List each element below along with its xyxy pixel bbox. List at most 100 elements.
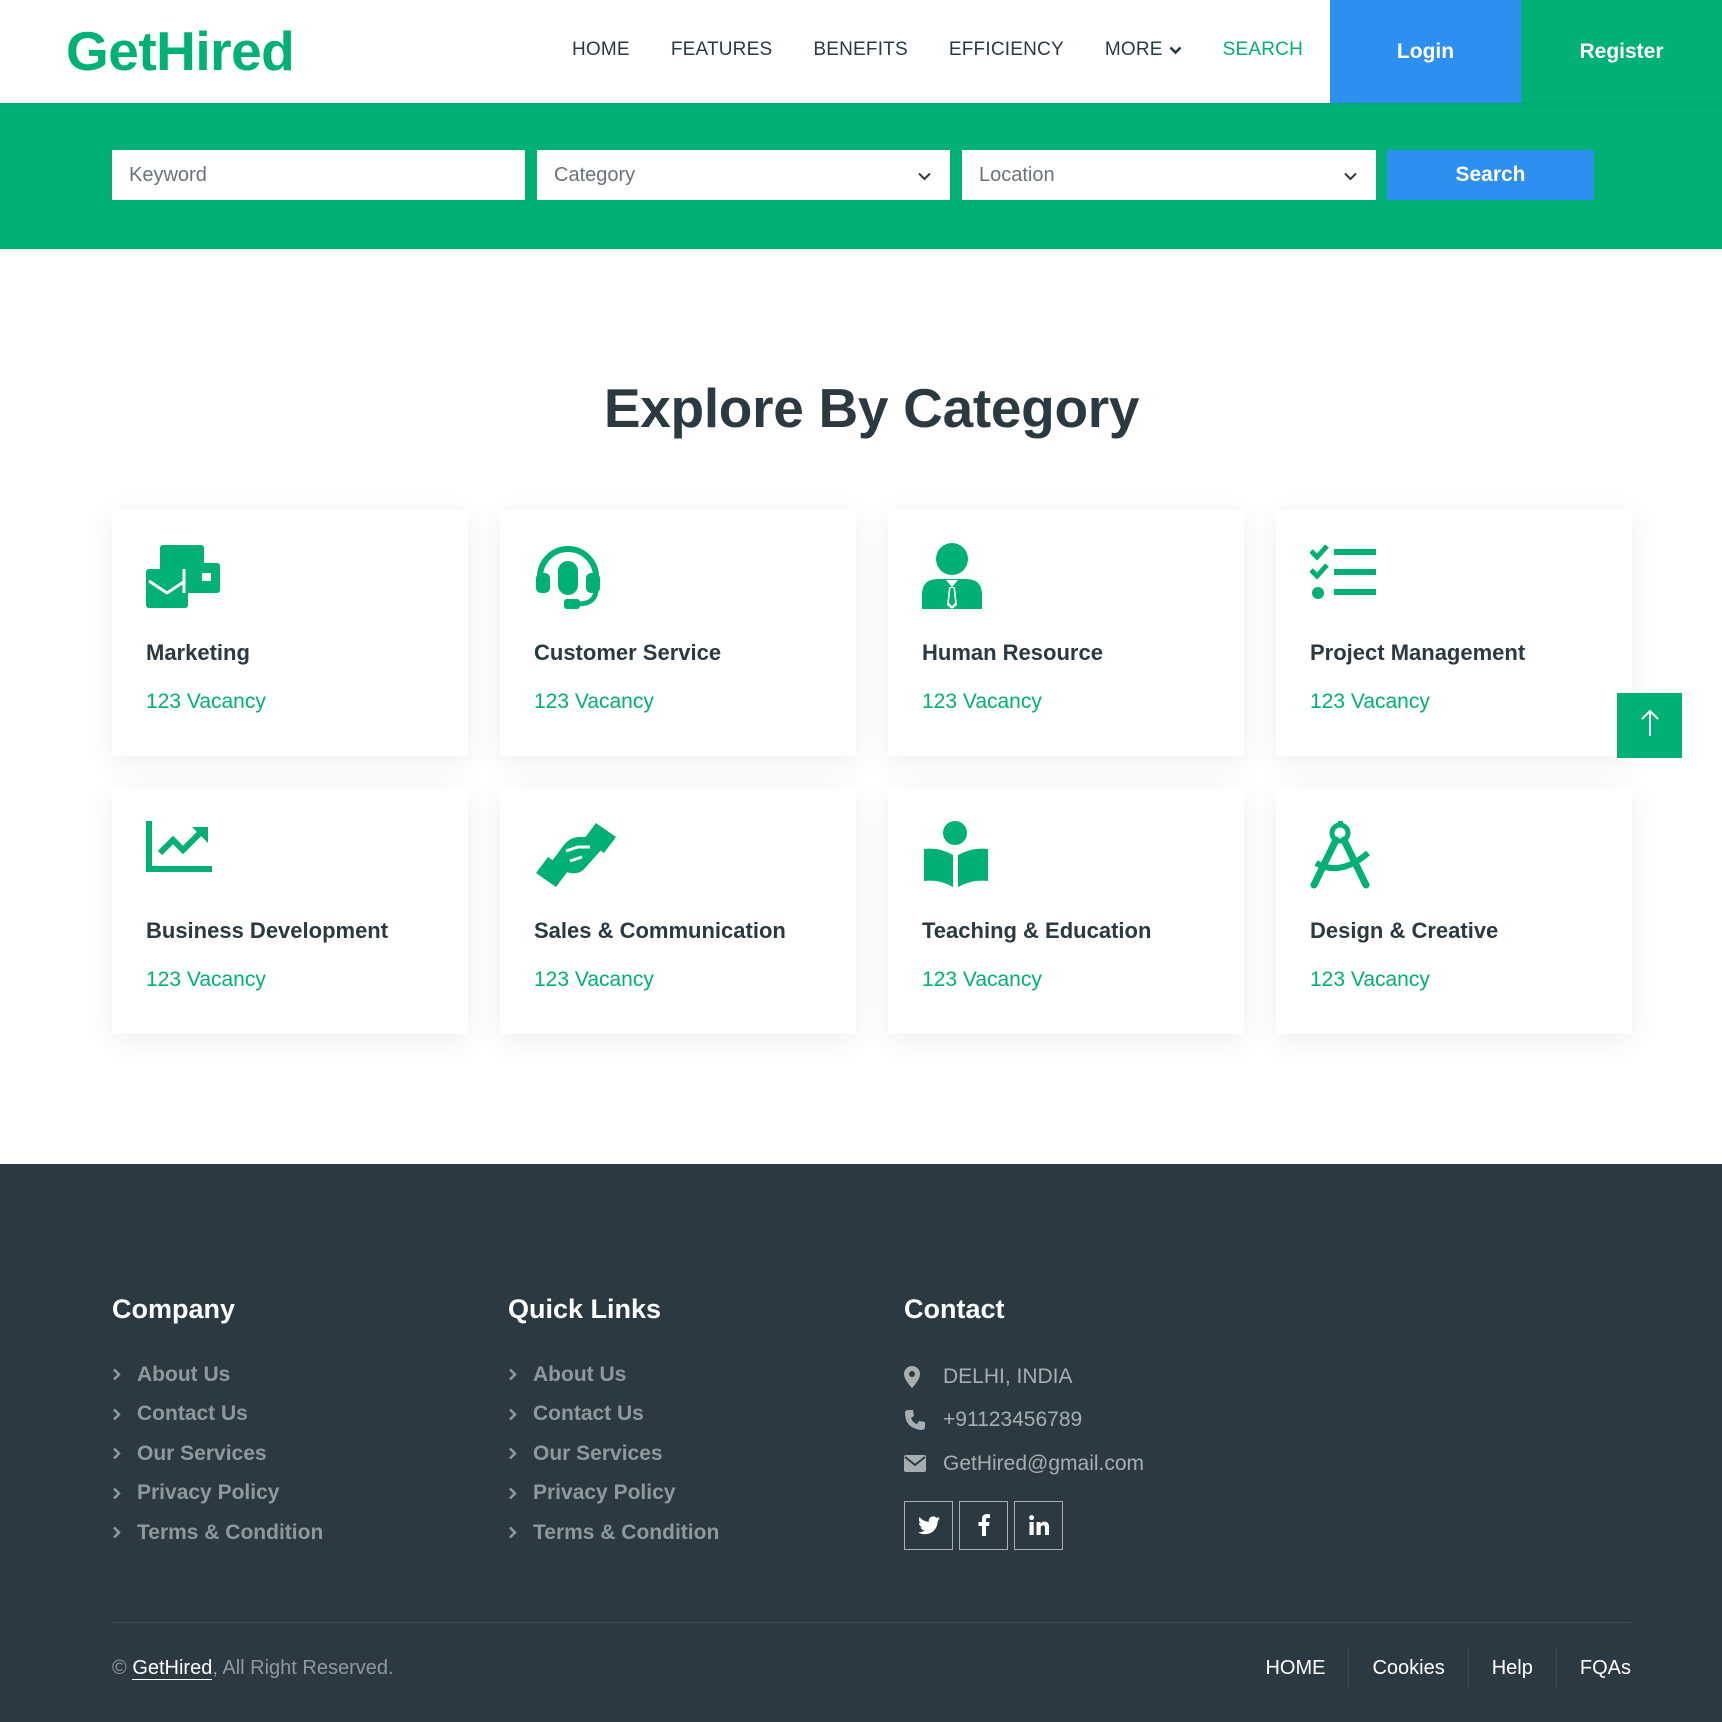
footer-link-label: Contact Us [137,1402,248,1426]
handshake-icon [534,821,616,887]
footer-link[interactable]: About Us [112,1355,323,1395]
footer-link-label: Privacy Policy [137,1481,280,1505]
search-button[interactable]: Search [1387,150,1594,200]
login-button[interactable]: Login [1330,0,1521,103]
arrow-up-icon [1640,708,1660,743]
envelope-open-icon [146,543,220,609]
chevron-right-icon [508,1368,533,1381]
chevron-down-icon [917,167,932,190]
footer-link[interactable]: About Us [508,1355,719,1395]
category-card-human-resource[interactable]: Human Resource 123 Vacancy [888,510,1244,756]
chevron-right-icon [112,1447,137,1460]
nav-more-label: MORE [1104,39,1163,60]
chevron-down-icon [1169,39,1182,61]
chevron-right-icon [112,1487,137,1500]
chevron-right-icon [508,1408,533,1421]
footer-link[interactable]: Privacy Policy [112,1474,323,1514]
footer-link[interactable]: Privacy Policy [508,1474,719,1514]
navbar: GetHired HOME FEATURES BENEFITS EFFICIEN… [0,0,1722,103]
contact-location: DELHI, INDIA [904,1355,1144,1399]
drafting-compass-icon [1310,821,1378,889]
contact-email[interactable]: GetHired@gmail.com [904,1442,1144,1486]
footer-link[interactable]: Terms & Condition [508,1513,719,1553]
category-card-customer-service[interactable]: Customer Service 123 Vacancy [500,510,856,756]
category-vacancy: 123 Vacancy [146,690,266,713]
scroll-to-top-button[interactable] [1617,693,1682,758]
search-band: Category Location Search [0,103,1722,249]
copyright-symbol: © [112,1657,127,1679]
category-select[interactable]: Category [537,150,950,200]
footer-link-label: About Us [533,1362,627,1386]
category-card-marketing[interactable]: Marketing 123 Vacancy [112,510,468,756]
chevron-right-icon [112,1526,137,1539]
category-name: Marketing [146,640,250,665]
bottom-link-cookies[interactable]: Cookies [1348,1649,1445,1688]
category-select-value: Category [554,163,636,186]
chart-line-icon [146,821,214,887]
footer-company: Company About Us Contact Us Our Services… [112,1294,323,1553]
category-name: Teaching & Education [922,918,1152,943]
nav-efficiency[interactable]: EFFICIENCY [949,39,1064,61]
nav-more[interactable]: MORE [1105,39,1182,61]
chevron-right-icon [508,1526,533,1539]
nav-home[interactable]: HOME [572,39,630,61]
nav-benefits[interactable]: BENEFITS [813,39,908,61]
footer-link[interactable]: Contact Us [508,1395,719,1435]
twitter-icon[interactable] [904,1500,953,1550]
footer-link-label: Terms & Condition [533,1520,720,1544]
contact-phone-text: +91123456789 [943,1408,1083,1432]
book-reader-icon [922,821,990,887]
contact-location-text: DELHI, INDIA [943,1364,1073,1388]
nav-search[interactable]: SEARCH [1223,39,1303,61]
footer-link[interactable]: Our Services [508,1434,719,1474]
chevron-right-icon [508,1487,533,1500]
contact-phone[interactable]: +91123456789 [904,1399,1144,1443]
category-vacancy: 123 Vacancy [534,690,654,713]
nav-features[interactable]: FEATURES [671,39,773,61]
category-vacancy: 123 Vacancy [146,968,266,991]
footer-heading: Quick Links [508,1294,662,1324]
chevron-down-icon [1343,167,1358,190]
footer-link-label: Contact Us [533,1402,644,1426]
footer: Company About Us Contact Us Our Services… [0,1164,1722,1722]
category-card-design-creative[interactable]: Design & Creative 123 Vacancy [1276,788,1632,1034]
category-name: Project Management [1310,640,1526,665]
category-vacancy: 123 Vacancy [534,968,654,991]
chevron-right-icon [112,1408,137,1421]
footer-link-label: Terms & Condition [137,1520,324,1544]
category-name: Sales & Communication [534,918,786,943]
keyword-input[interactable] [129,150,525,200]
logo[interactable]: GetHired [66,20,295,82]
copyright: © GetHired, All Right Reserved. [112,1657,394,1680]
footer-link[interactable]: Contact Us [112,1395,323,1435]
facebook-icon[interactable] [959,1500,1008,1550]
copyright-brand-link[interactable]: GetHired [132,1657,213,1680]
footer-heading: Contact [904,1294,1005,1324]
category-card-business-development[interactable]: Business Development 123 Vacancy [112,788,468,1034]
social-links [904,1500,1144,1550]
footer-link-label: Privacy Policy [533,1481,676,1505]
category-card-sales-communication[interactable]: Sales & Communication 123 Vacancy [500,788,856,1034]
linkedin-icon[interactable] [1014,1500,1063,1550]
keyword-field [112,150,525,200]
category-vacancy: 123 Vacancy [1310,968,1430,991]
location-select[interactable]: Location [962,150,1376,200]
footer-link-label: Our Services [533,1441,663,1465]
footer-link-label: Our Services [137,1441,267,1465]
category-name: Business Development [146,918,389,943]
chevron-right-icon [508,1447,533,1460]
bottom-links: HOME Cookies Help FQAs [1265,1649,1631,1688]
footer-link[interactable]: Our Services [112,1434,323,1474]
nav-menu: HOME FEATURES BENEFITS EFFICIENCY MORE S… [572,0,1344,100]
category-vacancy: 123 Vacancy [922,690,1042,713]
bottom-link-fqas[interactable]: FQAs [1555,1649,1631,1688]
bottom-link-home[interactable]: HOME [1265,1649,1325,1688]
category-card-project-management[interactable]: Project Management 123 Vacancy [1276,510,1632,756]
footer-link[interactable]: Terms & Condition [112,1513,323,1553]
bottom-link-help[interactable]: Help [1467,1649,1533,1688]
user-tie-icon [922,543,990,609]
category-card-teaching-education[interactable]: Teaching & Education 123 Vacancy [888,788,1244,1034]
category-name: Human Resource [922,640,1103,665]
envelope-icon [904,1455,943,1473]
register-button[interactable]: Register [1521,0,1722,103]
